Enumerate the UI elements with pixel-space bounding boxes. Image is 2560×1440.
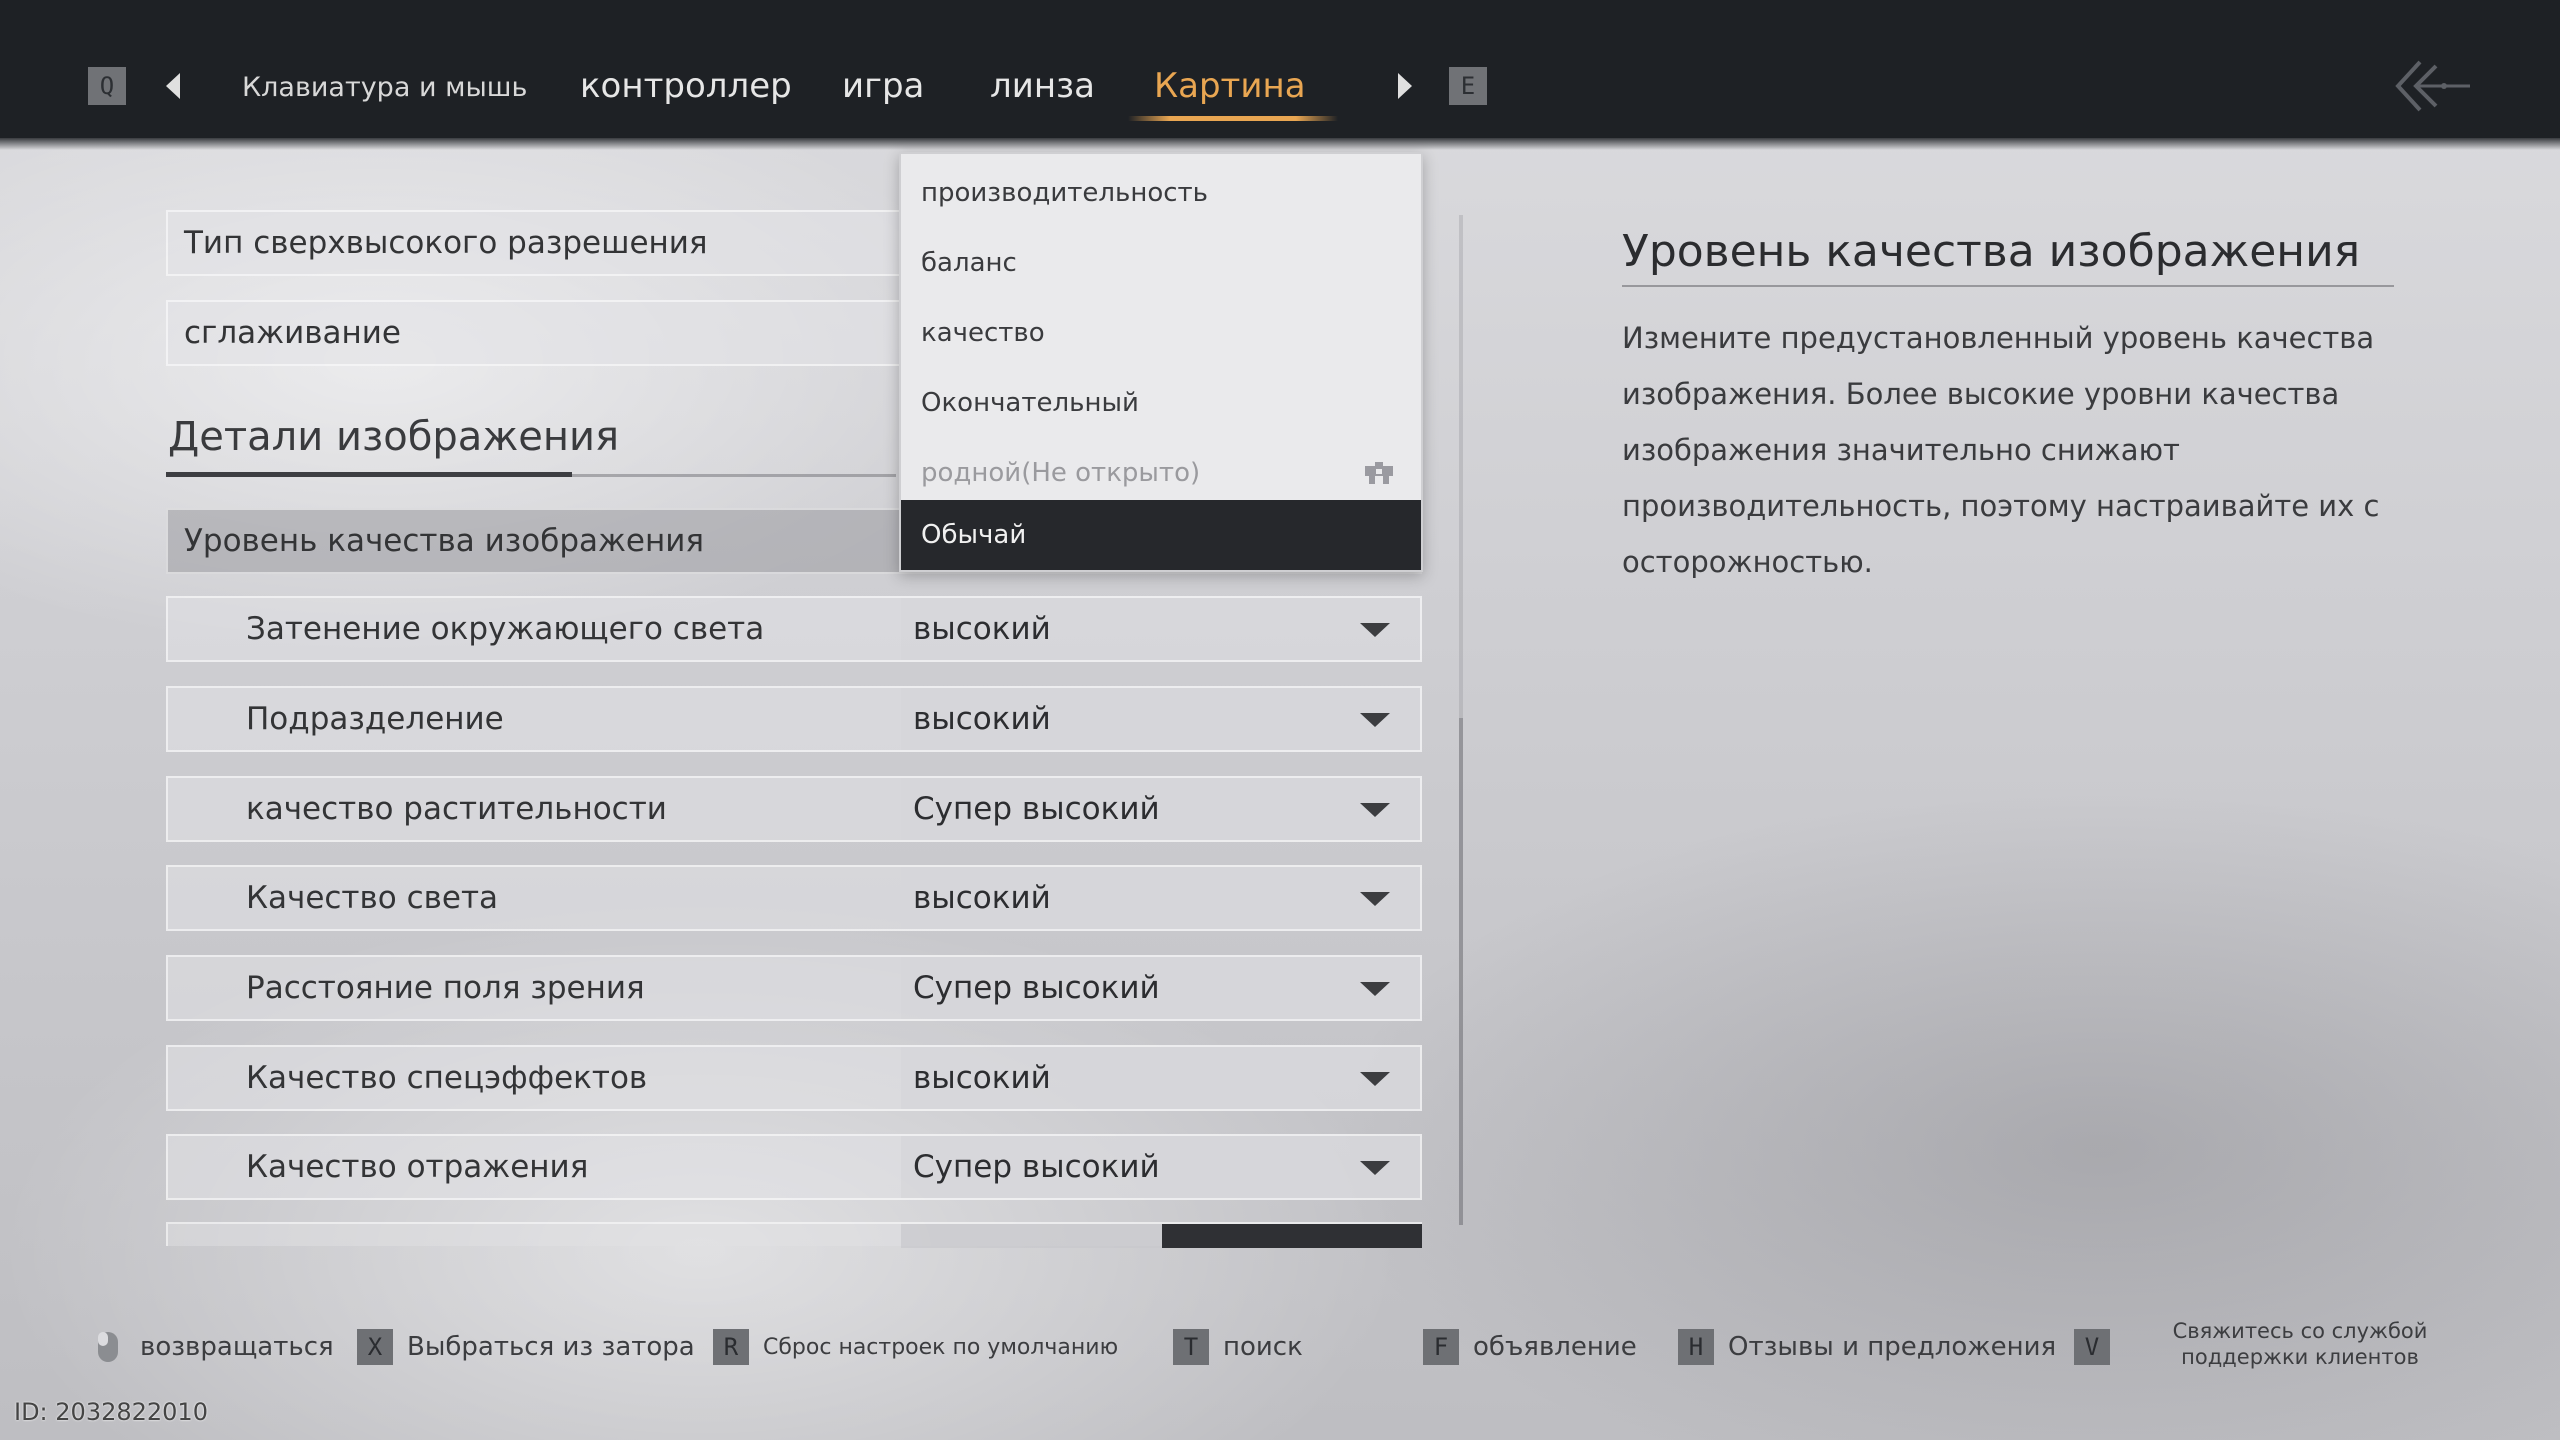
tab-picture[interactable]: Картина — [1154, 66, 1306, 106]
dropdown-option-custom[interactable]: Обычай — [901, 500, 1421, 570]
prev-tab-key[interactable]: Q — [88, 67, 126, 105]
tab-game[interactable]: игра — [842, 66, 924, 106]
setting-label: Тип сверхвысокого разрешения — [184, 225, 708, 261]
option-label: качество — [921, 318, 1045, 348]
hint-key: X — [357, 1329, 393, 1365]
setting-row-vegetation-quality[interactable]: качество растительности Супер высокий — [166, 776, 1422, 842]
dropdown-option-native-locked: родной(Не открыто) — [901, 438, 1421, 508]
tab-lens[interactable]: линза — [990, 66, 1095, 106]
setting-dropdown[interactable]: высокий — [901, 688, 1420, 750]
setting-dropdown[interactable]: высокий — [901, 867, 1420, 929]
setting-row-reflection-quality[interactable]: Качество отражения Супер высокий — [166, 1134, 1422, 1200]
hint-key: T — [1173, 1329, 1209, 1365]
option-label: баланс — [921, 248, 1017, 278]
setting-value: Супер высокий — [913, 970, 1160, 1006]
setting-row-partial[interactable] — [166, 1222, 1422, 1248]
setting-value: Супер высокий — [913, 1149, 1160, 1185]
hint-key: H — [1678, 1329, 1714, 1365]
dropdown-option-quality[interactable]: качество — [901, 298, 1421, 368]
option-label: Окончательный — [921, 388, 1139, 418]
quality-preset-dropdown: производительность баланс качество Оконч… — [899, 152, 1423, 572]
hint-search[interactable]: T поиск — [1173, 1328, 1303, 1366]
hint-support[interactable]: V — [2074, 1328, 2124, 1366]
hint-unstuck[interactable]: X Выбраться из затора — [357, 1328, 695, 1366]
next-tab-key[interactable]: E — [1449, 67, 1487, 105]
dropdown-option-performance[interactable]: производительность — [901, 158, 1421, 228]
description-title: Уровень качества изображения — [1622, 226, 2361, 277]
lock-icon — [1365, 462, 1393, 484]
hint-label: возвращаться — [140, 1332, 334, 1362]
hint-label: Выбраться из затора — [407, 1332, 695, 1362]
setting-value: высокий — [913, 701, 1051, 737]
setting-dropdown[interactable]: Супер высокий — [901, 778, 1420, 840]
partial-value-box — [901, 1224, 1162, 1248]
hint-key: V — [2074, 1329, 2110, 1365]
setting-dropdown[interactable]: высокий — [901, 1047, 1420, 1109]
scrollbar-thumb[interactable] — [1459, 718, 1463, 1225]
option-label: производительность — [921, 178, 1208, 208]
setting-row-ambient-occlusion[interactable]: Затенение окружающего света высокий — [166, 596, 1422, 662]
chevron-down-icon[interactable] — [1360, 623, 1390, 637]
chevron-down-icon[interactable] — [1360, 1072, 1390, 1086]
hint-announcement[interactable]: F объявление — [1423, 1328, 1637, 1366]
setting-dropdown[interactable]: Супер высокий — [901, 957, 1420, 1019]
support-label[interactable]: Свяжитесь со службой поддержки клиентов — [2160, 1318, 2440, 1370]
back-arrow-icon[interactable] — [2392, 56, 2472, 116]
setting-dropdown[interactable]: высокий — [901, 598, 1420, 660]
setting-value: высокий — [913, 1060, 1051, 1096]
description-divider — [1622, 285, 2394, 287]
chevron-down-icon[interactable] — [1360, 1161, 1390, 1175]
setting-dropdown[interactable]: Супер высокий — [901, 1136, 1420, 1198]
option-label: Обычай — [921, 520, 1027, 550]
hint-key: R — [713, 1329, 749, 1365]
hint-label: поиск — [1223, 1332, 1303, 1362]
setting-label: сглаживание — [184, 315, 401, 351]
hint-label: объявление — [1473, 1332, 1637, 1362]
option-label: родной(Не открыто) — [921, 458, 1201, 488]
partial-slider-fill — [1162, 1224, 1422, 1248]
prev-tab-arrow-icon[interactable] — [166, 73, 180, 99]
mouse-icon — [98, 1332, 118, 1362]
hint-feedback[interactable]: H Отзывы и предложения — [1678, 1328, 2056, 1366]
setting-label: Качество отражения — [246, 1149, 589, 1185]
hint-back[interactable]: возвращаться — [96, 1328, 334, 1366]
setting-value: высокий — [913, 880, 1051, 916]
setting-value: высокий — [913, 611, 1051, 647]
chevron-down-icon[interactable] — [1360, 982, 1390, 996]
setting-label: Затенение окружающего света — [246, 611, 765, 647]
section-divider-accent — [166, 472, 572, 477]
hint-label: Отзывы и предложения — [1728, 1332, 2057, 1362]
top-bar-fade — [0, 136, 2560, 150]
setting-row-tessellation[interactable]: Подразделение высокий — [166, 686, 1422, 752]
dropdown-option-ultimate[interactable]: Окончательный — [901, 368, 1421, 438]
next-tab-arrow-icon[interactable] — [1398, 73, 1412, 99]
setting-label: Уровень качества изображения — [184, 523, 705, 559]
tab-controller[interactable]: контроллер — [580, 66, 792, 106]
setting-label: Подразделение — [246, 701, 504, 737]
section-title: Детали изображения — [168, 414, 620, 460]
setting-row-effects-quality[interactable]: Качество спецэффектов высокий — [166, 1045, 1422, 1111]
setting-row-view-distance[interactable]: Расстояние поля зрения Супер высокий — [166, 955, 1422, 1021]
hint-key: F — [1423, 1329, 1459, 1365]
setting-label: Качество спецэффектов — [246, 1060, 648, 1096]
chevron-down-icon[interactable] — [1360, 803, 1390, 817]
chevron-down-icon[interactable] — [1360, 892, 1390, 906]
setting-label: Расстояние поля зрения — [246, 970, 645, 1006]
tab-keyboard-mouse[interactable]: Клавиатура и мышь — [242, 72, 527, 103]
active-tab-underline — [1128, 116, 1338, 121]
setting-label: Качество света — [246, 880, 499, 916]
dropdown-option-balance[interactable]: баланс — [901, 228, 1421, 298]
hint-reset-defaults[interactable]: R Сброс настроек по умолчанию — [713, 1328, 1118, 1366]
user-id: ID: 2032822010 — [14, 1398, 208, 1426]
chevron-down-icon[interactable] — [1360, 713, 1390, 727]
description-text: Измените предустановленный уровень качес… — [1622, 321, 2380, 579]
setting-row-lighting-quality[interactable]: Качество света высокий — [166, 865, 1422, 931]
hint-label: Сброс настроек по умолчанию — [763, 1334, 1119, 1360]
setting-label: качество растительности — [246, 791, 667, 827]
setting-value: Супер высокий — [913, 791, 1160, 827]
